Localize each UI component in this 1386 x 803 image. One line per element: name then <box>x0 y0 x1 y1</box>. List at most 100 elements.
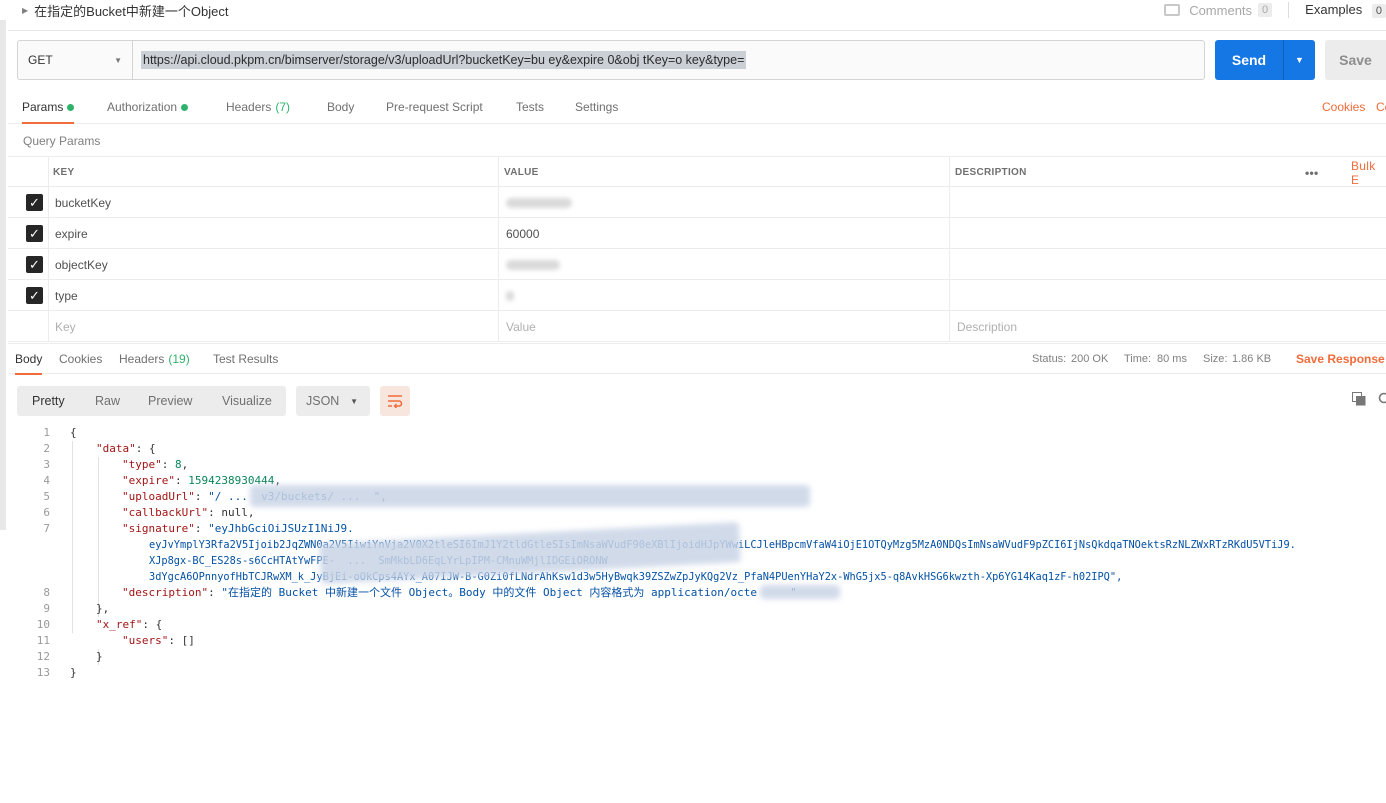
url-value: https://api.cloud.pkpm.cn/bimserver/stor… <box>141 51 747 69</box>
send-label: Send <box>1231 52 1267 68</box>
comments-button[interactable]: Comments 0 <box>1164 3 1273 18</box>
view-raw[interactable]: Raw <box>95 386 120 416</box>
examples-button[interactable]: Examples 0 <box>1288 2 1386 18</box>
tab-label: Cookies <box>59 352 103 366</box>
wrap-lines-button[interactable] <box>380 386 410 416</box>
tab-label: Body <box>15 352 43 366</box>
method-value: GET <box>28 53 53 67</box>
status-value[interactable]: 200 OK <box>1071 353 1108 365</box>
request-tabs: Params Authorization Headers (7) Body Pre… <box>8 94 1386 124</box>
line-number: 10 <box>36 618 50 631</box>
tab-test-results[interactable]: Test Results <box>213 344 278 375</box>
tab-params[interactable]: Params <box>22 94 75 124</box>
redaction-blur <box>760 585 840 599</box>
param-value[interactable] <box>506 187 572 218</box>
bulk-edit-link[interactable]: Bulk E <box>1351 157 1386 188</box>
table-row: ✓ objectKey <box>8 249 1386 280</box>
comment-icon <box>1164 4 1181 16</box>
chevron-down-icon: ▼ <box>114 56 122 65</box>
table-row-new: Key Value Description <box>8 311 1386 342</box>
json-key: "description" <box>122 586 209 599</box>
checkbox-checked-icon[interactable]: ✓ <box>26 287 43 304</box>
tab-settings[interactable]: Settings <box>575 94 618 124</box>
view-pretty[interactable]: Pretty <box>32 386 65 416</box>
code-line: "signature": "eyJhbGciOiJSUzI1NiJ9. <box>122 522 354 535</box>
size-value[interactable]: 1.86 KB <box>1232 353 1271 365</box>
response-tabs: Body Cookies Headers (19) Test Results St… <box>8 343 1386 375</box>
tab-label: Authorization <box>107 100 178 114</box>
url-input[interactable]: https://api.cloud.pkpm.cn/bimserver/stor… <box>133 40 1205 80</box>
tab-prerequest-script[interactable]: Pre-request Script <box>386 94 483 124</box>
json-string: "eyJhbGciOiJSUzI1NiJ9. <box>208 522 354 535</box>
tab-authorization[interactable]: Authorization <box>107 94 189 124</box>
comments-count: 0 <box>1258 3 1273 17</box>
line-number: 9 <box>43 602 50 615</box>
json-key: "uploadUrl" <box>122 490 195 503</box>
save-button[interactable]: Save <box>1325 40 1386 80</box>
time-value[interactable]: 80 ms <box>1157 353 1187 365</box>
tab-headers[interactable]: Headers (7) <box>226 94 290 124</box>
new-key-input[interactable]: Key <box>55 311 76 342</box>
param-key[interactable]: bucketKey <box>55 187 111 218</box>
line-number: 1 <box>43 426 50 439</box>
view-preview[interactable]: Preview <box>148 386 192 416</box>
json-key: "data" <box>96 442 136 455</box>
chevron-down-icon: ▼ <box>350 397 358 406</box>
line-number: 4 <box>43 474 50 487</box>
divider <box>498 156 499 342</box>
code-line: "description": "在指定的 Bucket 中新建一个文件 Obje… <box>122 586 797 599</box>
copy-icon[interactable] <box>1352 392 1366 406</box>
view-visualize[interactable]: Visualize <box>222 386 272 416</box>
tab-response-headers[interactable]: Headers (19) <box>119 344 190 375</box>
json-key: "callbackUrl" <box>122 506 209 519</box>
checkbox-checked-icon[interactable]: ✓ <box>26 225 43 242</box>
tab-body[interactable]: Body <box>327 94 354 124</box>
param-key[interactable]: objectKey <box>55 249 108 280</box>
param-value[interactable] <box>506 249 560 280</box>
indent-guide <box>72 441 73 633</box>
json-number: 8 <box>175 458 182 471</box>
tab-label: Settings <box>575 100 619 114</box>
code-line: }, <box>96 602 110 615</box>
param-key[interactable]: type <box>55 280 78 311</box>
search-icon[interactable] <box>1378 392 1386 406</box>
format-select[interactable]: JSON ▼ <box>296 386 370 416</box>
json-key: "x_ref" <box>96 618 143 631</box>
code-line: { <box>70 426 77 439</box>
code-line: "users": [] <box>122 633 195 649</box>
tab-label: Pre-request Script <box>386 100 483 114</box>
send-dropdown-chevron-icon[interactable]: ▼ <box>1283 40 1315 80</box>
tab-tests[interactable]: Tests <box>516 94 544 124</box>
param-value[interactable] <box>506 280 514 311</box>
code-line: "callbackUrl": null, <box>122 506 255 519</box>
json-punct: : { <box>142 618 163 631</box>
line-number: 8 <box>43 586 50 599</box>
more-options-icon[interactable]: ••• <box>1305 157 1319 188</box>
status-dot-icon <box>181 104 189 111</box>
param-key[interactable]: expire <box>55 218 88 249</box>
time-label: Time: <box>1124 353 1152 365</box>
status-dot-icon <box>67 104 75 111</box>
line-number: 7 <box>43 522 50 535</box>
json-string: "在指定的 Bucket 中新建一个文件 Object。Body 中的文件 Ob… <box>221 586 797 599</box>
json-punct: : { <box>135 442 156 455</box>
send-button[interactable]: Send ▼ <box>1215 40 1315 80</box>
request-name[interactable]: 在指定的Bucket中新建一个Object <box>34 1 228 20</box>
column-value: VALUE <box>504 167 539 178</box>
expand-caret-icon[interactable]: ▶ <box>22 6 28 15</box>
method-select[interactable]: GET ▼ <box>17 40 133 80</box>
new-description-input[interactable]: Description <box>957 311 1017 342</box>
cookies-link[interactable]: Cookies <box>1322 100 1365 114</box>
save-response-button[interactable]: Save Response <box>1296 352 1385 366</box>
new-value-input[interactable]: Value <box>506 311 536 342</box>
tab-response-cookies[interactable]: Cookies <box>59 344 102 375</box>
checkbox-checked-icon[interactable]: ✓ <box>26 256 43 273</box>
checkbox-checked-icon[interactable]: ✓ <box>26 194 43 211</box>
tab-response-body[interactable]: Body <box>15 344 43 375</box>
param-value[interactable]: 60000 <box>506 218 539 249</box>
code-link[interactable]: Co <box>1376 100 1386 114</box>
query-params-label: Query Params <box>23 134 101 148</box>
wrap-lines-icon <box>388 395 403 408</box>
divider <box>48 156 49 342</box>
line-number: 6 <box>43 506 50 519</box>
